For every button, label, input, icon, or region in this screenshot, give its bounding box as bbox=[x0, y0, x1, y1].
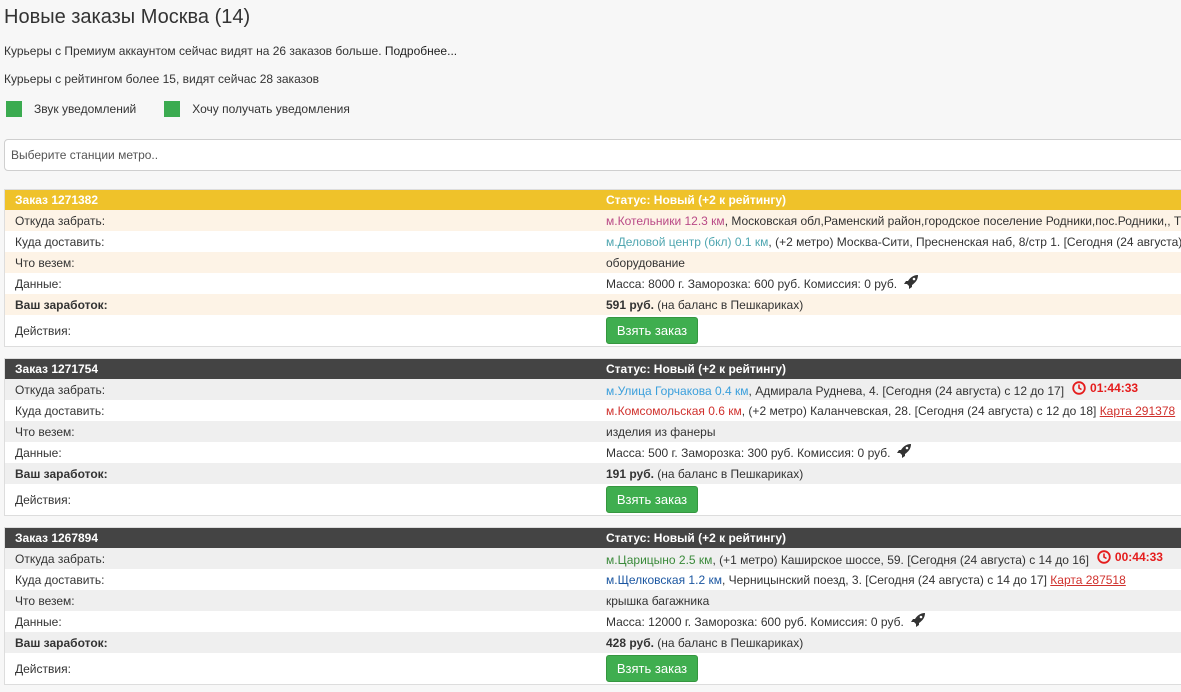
rocket-icon bbox=[903, 274, 919, 293]
from-metro-link[interactable]: м.Улица Горчакова 0.4 км bbox=[606, 384, 749, 398]
label-earn: Ваш заработок: bbox=[15, 635, 108, 650]
from-address: , Московская обл,Раменский район,городск… bbox=[724, 213, 1181, 228]
timer-value: 00:44:33 bbox=[1114, 550, 1163, 564]
row-data: Данные: Масса: 500 г. Заморозка: 300 руб… bbox=[5, 442, 1181, 463]
more-link[interactable]: Подробнее... bbox=[385, 44, 457, 58]
order-header: Заказ 1271754 Статус: Новый (+2 к рейтин… bbox=[5, 359, 1181, 379]
label-data: Данные: bbox=[15, 614, 62, 629]
order-header: Заказ 1267894 Статус: Новый (+2 к рейтин… bbox=[5, 528, 1181, 548]
row-what: Что везем: изделия из фанеры bbox=[5, 421, 1181, 442]
cargo-description: изделия из фанеры bbox=[606, 424, 716, 439]
order-data: Масса: 500 г. Заморозка: 300 руб. Комисс… bbox=[606, 446, 891, 460]
row-earn: Ваш заработок: 591 руб. (на баланс в Пеш… bbox=[5, 294, 1181, 315]
row-from: Откуда забрать: м.Котельники 12.3 км, Мо… bbox=[5, 210, 1181, 231]
order-number: Заказ 1271754 bbox=[15, 362, 99, 376]
label-actions: Действия: bbox=[15, 323, 71, 338]
label-earn: Ваш заработок: bbox=[15, 297, 108, 312]
metro-station-input[interactable] bbox=[4, 139, 1181, 171]
pickup-timer: 00:44:33 bbox=[1097, 550, 1163, 564]
from-metro-link[interactable]: м.Котельники 12.3 км bbox=[606, 214, 725, 228]
row-data: Данные: Масса: 8000 г. Заморозка: 600 ру… bbox=[5, 273, 1181, 294]
earn-note: (на баланс в Пешкариках) bbox=[653, 466, 804, 481]
label-actions: Действия: bbox=[15, 661, 71, 676]
row-actions: Действия: Взять заказ bbox=[5, 315, 1181, 346]
premium-info: Курьеры с Премиум аккаунтом сейчас видят… bbox=[4, 44, 457, 58]
from-metro-link[interactable]: м.Царицыно 2.5 км bbox=[606, 553, 712, 567]
clock-icon bbox=[1072, 381, 1086, 395]
timer-value: 01:44:33 bbox=[1090, 381, 1139, 395]
from-address: , Адмирала Руднева, 4. [Сегодня (24 авгу… bbox=[748, 384, 1065, 398]
row-data: Данные: Масса: 12000 г. Заморозка: 600 р… bbox=[5, 611, 1181, 632]
to-metro-link[interactable]: м.Щелковская 1.2 км bbox=[606, 573, 722, 587]
map-link[interactable]: Карта 291378 bbox=[1100, 404, 1176, 418]
sound-toggle[interactable]: Звук уведомлений bbox=[6, 101, 136, 117]
sound-toggle-label: Звук уведомлений bbox=[34, 102, 137, 116]
order-number: Заказ 1271382 bbox=[15, 193, 99, 207]
row-actions: Действия: Взять заказ bbox=[5, 653, 1181, 684]
label-data: Данные: bbox=[15, 445, 62, 460]
sound-checkbox[interactable] bbox=[6, 101, 22, 117]
row-actions: Действия: Взять заказ bbox=[5, 484, 1181, 515]
notify-toggle-label: Хочу получать уведомления bbox=[192, 102, 350, 116]
order-card: Заказ 1271754 Статус: Новый (+2 к рейтин… bbox=[4, 358, 1181, 516]
label-what: Что везем: bbox=[15, 255, 75, 270]
take-order-button[interactable]: Взять заказ bbox=[606, 317, 698, 344]
label-from: Откуда забрать: bbox=[15, 213, 106, 228]
row-what: Что везем: оборудование bbox=[5, 252, 1181, 273]
order-number: Заказ 1267894 bbox=[15, 531, 99, 545]
row-earn: Ваш заработок: 191 руб. (на баланс в Пеш… bbox=[5, 463, 1181, 484]
order-data: Масса: 8000 г. Заморозка: 600 руб. Комис… bbox=[606, 277, 898, 291]
row-to: Куда доставить: м.Деловой центр (бкл) 0.… bbox=[5, 231, 1181, 252]
label-to: Куда доставить: bbox=[15, 572, 105, 587]
earn-note: (на баланс в Пешкариках) bbox=[653, 635, 804, 650]
earn-amount: 191 руб. bbox=[606, 466, 654, 481]
label-from: Откуда забрать: bbox=[15, 382, 106, 397]
page-title: Новые заказы Москва (14) bbox=[4, 6, 251, 28]
order-header: Заказ 1271382 Статус: Новый (+2 к рейтин… bbox=[5, 190, 1181, 210]
label-what: Что везем: bbox=[15, 593, 75, 608]
row-from: Откуда забрать: м.Улица Горчакова 0.4 км… bbox=[5, 379, 1181, 400]
order-card: Заказ 1271382 Статус: Новый (+2 к рейтин… bbox=[4, 189, 1181, 347]
take-order-button[interactable]: Взять заказ bbox=[606, 486, 698, 513]
label-actions: Действия: bbox=[15, 492, 71, 507]
order-card: Заказ 1267894 Статус: Новый (+2 к рейтин… bbox=[4, 527, 1181, 685]
row-to: Куда доставить: м.Комсомольская 0.6 км, … bbox=[5, 400, 1181, 421]
row-from: Откуда забрать: м.Царицыно 2.5 км, (+1 м… bbox=[5, 548, 1181, 569]
earn-amount: 591 руб. bbox=[606, 297, 654, 312]
rocket-icon bbox=[896, 443, 912, 462]
take-order-button[interactable]: Взять заказ bbox=[606, 655, 698, 682]
label-from: Откуда забрать: bbox=[15, 551, 106, 566]
row-earn: Ваш заработок: 428 руб. (на баланс в Пеш… bbox=[5, 632, 1181, 653]
to-address: , (+2 метро) Каланчевская, 28. [Сегодня … bbox=[741, 403, 1100, 418]
row-what: Что везем: крышка багажника bbox=[5, 590, 1181, 611]
order-status: Статус: Новый (+2 к рейтингу) bbox=[606, 531, 787, 545]
to-metro-link[interactable]: м.Комсомольская 0.6 км bbox=[606, 404, 742, 418]
notification-toggles: Звук уведомлений Хочу получать уведомлен… bbox=[6, 101, 378, 117]
map-link[interactable]: Карта 287518 bbox=[1050, 573, 1126, 587]
premium-text: Курьеры с Премиум аккаунтом сейчас видят… bbox=[4, 44, 382, 58]
label-to: Куда доставить: bbox=[15, 234, 105, 249]
from-address: , (+1 метро) Каширское шоссе, 59. [Сегод… bbox=[712, 553, 1089, 567]
label-data: Данные: bbox=[15, 276, 62, 291]
cargo-description: оборудование bbox=[606, 255, 685, 270]
notify-toggle[interactable]: Хочу получать уведомления bbox=[164, 101, 350, 117]
label-to: Куда доставить: bbox=[15, 403, 105, 418]
to-address: , (+2 метро) Москва-Сити, Пресненская на… bbox=[768, 234, 1181, 249]
pickup-timer: 01:44:33 bbox=[1072, 381, 1138, 395]
notify-checkbox[interactable] bbox=[164, 101, 181, 117]
label-earn: Ваш заработок: bbox=[15, 466, 108, 481]
to-metro-link[interactable]: м.Деловой центр (бкл) 0.1 км bbox=[606, 235, 768, 249]
row-to: Куда доставить: м.Щелковская 1.2 км, Чер… bbox=[5, 569, 1181, 590]
rating-info: Курьеры с рейтингом более 15, видят сейч… bbox=[4, 72, 320, 86]
cargo-description: крышка багажника bbox=[606, 593, 710, 608]
order-status: Статус: Новый (+2 к рейтингу) bbox=[606, 193, 787, 207]
clock-icon bbox=[1097, 550, 1111, 564]
rocket-icon bbox=[910, 612, 926, 631]
earn-amount: 428 руб. bbox=[606, 635, 654, 650]
earn-note: (на баланс в Пешкариках) bbox=[653, 297, 804, 312]
to-address: , Черницынский поезд, 3. [Сегодня (24 ав… bbox=[721, 572, 1051, 587]
label-what: Что везем: bbox=[15, 424, 75, 439]
order-status: Статус: Новый (+2 к рейтингу) bbox=[606, 362, 787, 376]
order-data: Масса: 12000 г. Заморозка: 600 руб. Коми… bbox=[606, 615, 904, 629]
